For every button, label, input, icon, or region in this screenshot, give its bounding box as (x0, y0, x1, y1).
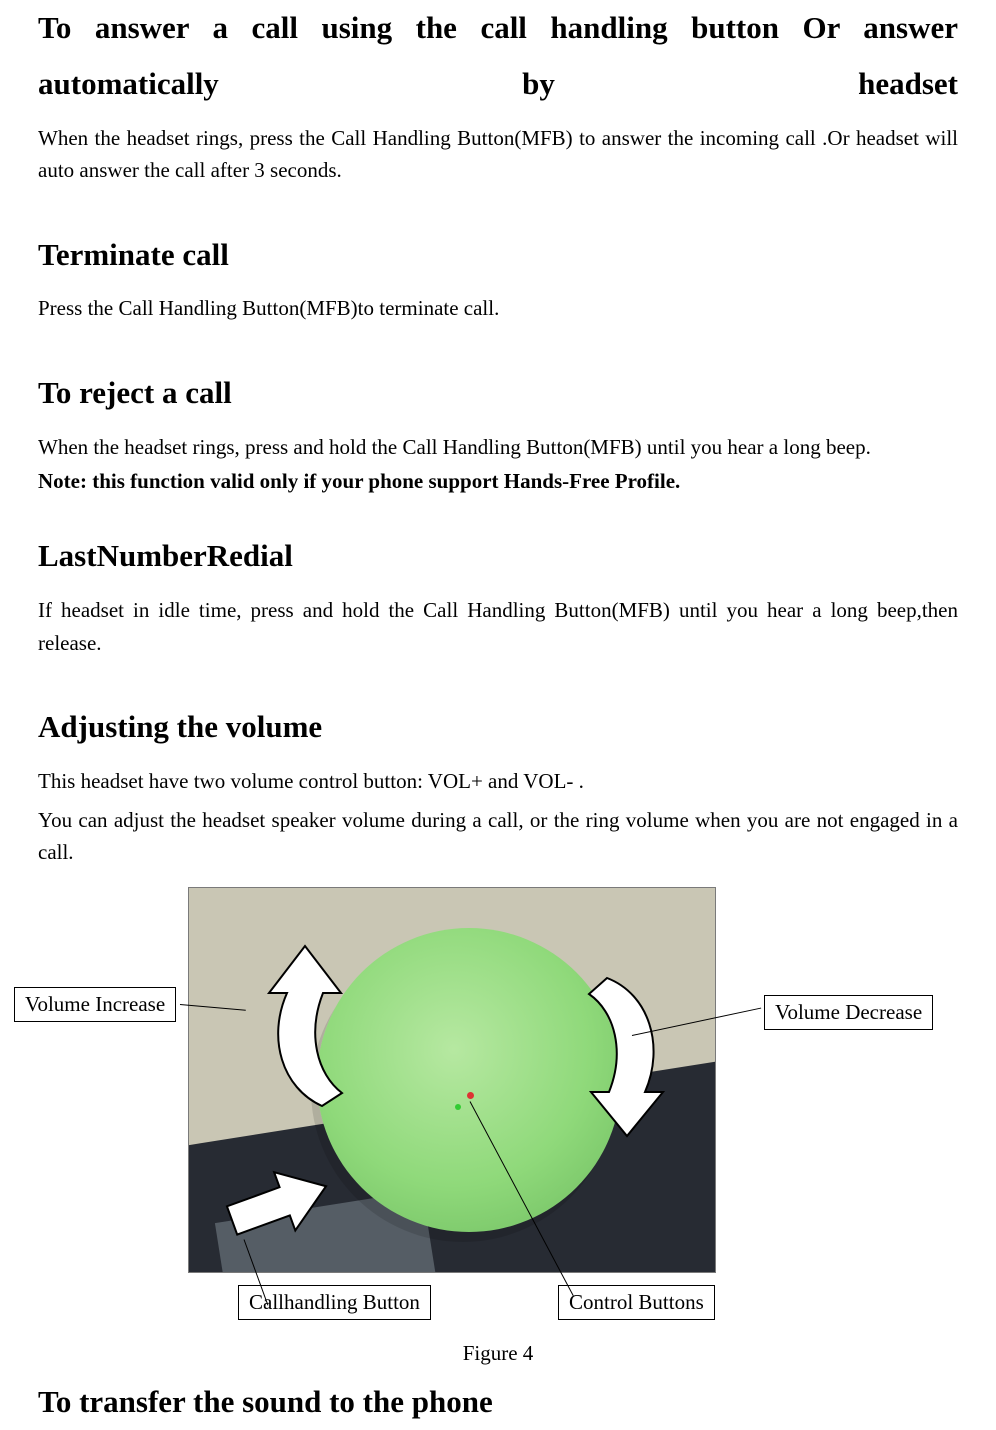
body-reject-call: When the headset rings, press and hold t… (38, 431, 958, 464)
arrow-volume-increase-icon (247, 938, 357, 1118)
arrow-volume-decrease-icon (579, 968, 679, 1138)
label-volume-increase: Volume Increase (14, 987, 176, 1022)
body-adjusting-volume-1: This headset have two volume control but… (38, 765, 958, 798)
arrow-callhandling-push-icon (225, 1164, 335, 1242)
body-adjusting-volume-2: You can adjust the headset speaker volum… (38, 804, 958, 869)
body-answer-call: When the headset rings, press the Call H… (38, 122, 958, 187)
heading-terminate-call: Terminate call (38, 227, 958, 283)
heading-transfer-sound: To transfer the sound to the phone (38, 1374, 958, 1430)
figure-render (188, 887, 716, 1273)
note-reject-call: Note: this function valid only if your p… (38, 469, 958, 494)
body-last-number-redial: If headset in idle time, press and hold … (38, 594, 958, 659)
led-green-icon (455, 1104, 461, 1110)
heading-answer-call: To answer a call using the call handling… (38, 0, 958, 112)
figure-caption: Figure 4 (38, 1341, 958, 1366)
led-red-icon (467, 1092, 474, 1099)
heading-reject-call: To reject a call (38, 365, 958, 421)
label-volume-decrease: Volume Decrease (764, 995, 933, 1030)
figure-4: Volume Increase Volume Decrease Callhand… (38, 887, 958, 1327)
heading-adjusting-volume: Adjusting the volume (38, 699, 958, 755)
heading-last-number-redial: LastNumberRedial (38, 528, 958, 584)
body-terminate-call: Press the Call Handling Button(MFB)to te… (38, 292, 958, 325)
label-control-buttons: Control Buttons (558, 1285, 715, 1320)
